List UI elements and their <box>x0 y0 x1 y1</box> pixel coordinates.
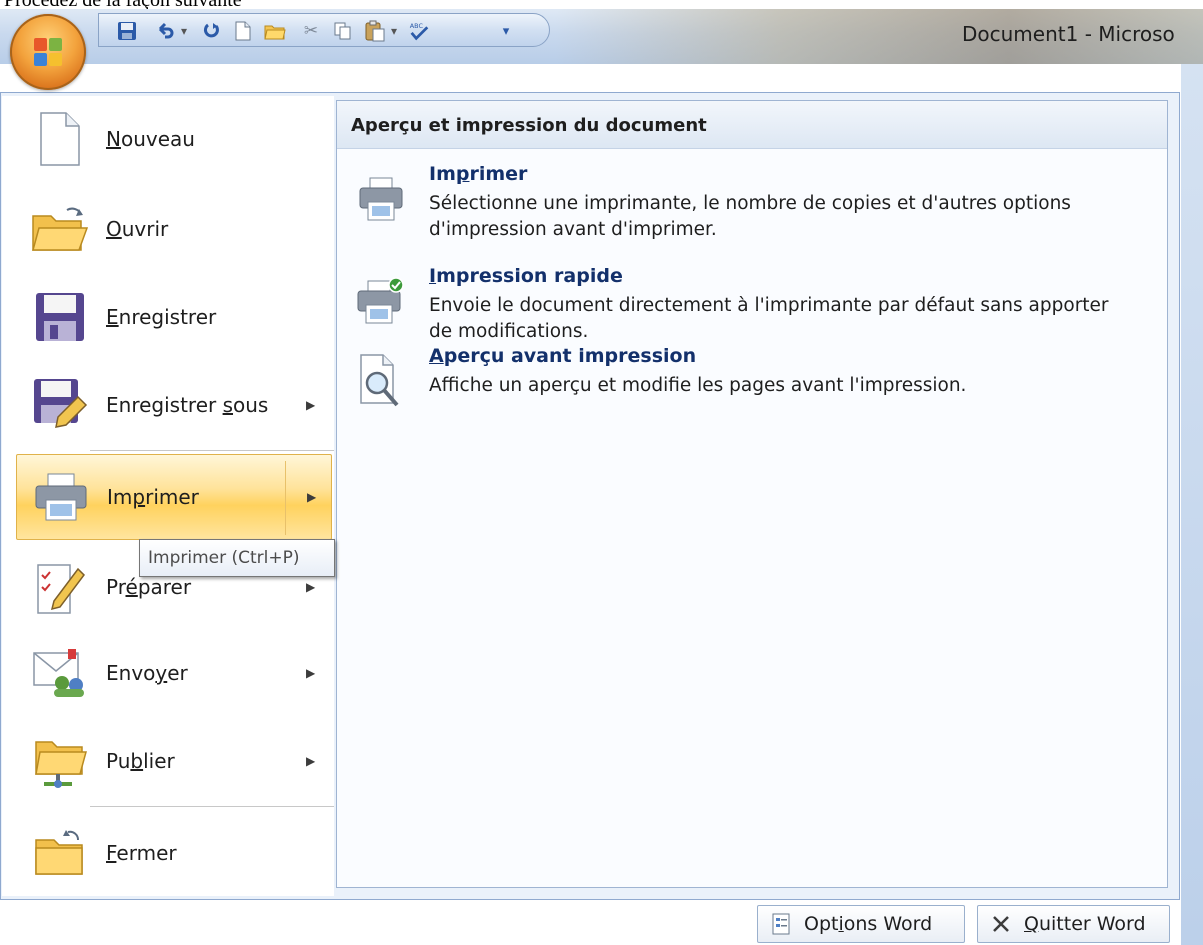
save-as-icon <box>30 375 90 435</box>
submenu-item-description: Sélectionne une imprimante, le nombre de… <box>429 193 1071 240</box>
close-folder-icon <box>30 823 90 883</box>
menu-item-label: Envoyer <box>106 661 188 685</box>
printer-icon <box>31 467 91 527</box>
submenu-arrow-icon: ▶ <box>306 666 316 680</box>
quit-word-button[interactable]: Quitter Word <box>977 905 1170 943</box>
print-preview-icon <box>351 351 411 411</box>
menu-item-nouveau[interactable]: Nouveau <box>16 96 332 182</box>
office-logo-icon <box>34 38 62 66</box>
quick-print-icon <box>351 271 411 331</box>
customize-qat-icon[interactable]: ▾ <box>499 20 513 42</box>
submenu-title: Aperçu et impression du document <box>351 115 707 136</box>
submenu-item-title: Impression rapide <box>429 265 623 287</box>
new-document-icon <box>30 109 90 169</box>
document-text-line: Procédez de la façon suivante <box>4 0 242 11</box>
prepare-icon <box>30 557 90 617</box>
copy-icon[interactable] <box>331 20 355 42</box>
tooltip: Imprimer (Ctrl+P) <box>139 539 335 577</box>
menu-item-label: Préparer <box>106 575 192 599</box>
submenu-item-apercu[interactable]: Aperçu avant impression Affiche un aperç… <box>351 345 1161 411</box>
redo-icon[interactable] <box>199 20 223 42</box>
options-icon <box>768 911 794 937</box>
menu-separator <box>90 450 334 451</box>
menu-item-label: Imprimer <box>107 485 199 509</box>
office-button[interactable] <box>10 14 86 90</box>
menu-item-imprimer[interactable]: Imprimer ▶ <box>16 454 332 540</box>
publish-icon <box>30 731 90 791</box>
submenu-arrow-icon[interactable]: ▶ <box>307 490 316 504</box>
submenu-header: Aperçu et impression du document <box>337 101 1167 149</box>
save-icon <box>30 287 90 347</box>
menu-item-envoyer[interactable]: Envoyer ▶ <box>16 630 332 716</box>
paste-icon[interactable] <box>363 20 387 42</box>
menu-item-enregistrer[interactable]: Enregistrer <box>16 274 332 360</box>
menu-separator <box>90 806 334 807</box>
paste-dropdown-icon[interactable]: ▾ <box>387 20 401 42</box>
submenu-item-imprimer[interactable]: Imprimer Sélectionne une imprimante, le … <box>351 163 1161 249</box>
submenu-arrow-icon: ▶ <box>306 754 316 768</box>
menu-item-publier[interactable]: Publier ▶ <box>16 718 332 804</box>
split-button-divider <box>285 461 286 535</box>
submenu-item-title: Imprimer <box>429 163 528 185</box>
quit-word-label: Quitter Word <box>1024 913 1146 935</box>
spelling-icon[interactable]: ABC <box>407 20 431 42</box>
menu-item-label: Enregistrer sous <box>106 393 269 417</box>
submenu-arrow-icon: ▶ <box>306 580 316 594</box>
window-title: Document1 - Microso <box>962 22 1175 46</box>
menu-item-fermer[interactable]: Fermer <box>16 810 332 896</box>
submenu-arrow-icon: ▶ <box>306 398 316 412</box>
save-icon[interactable] <box>115 20 139 42</box>
submenu-item-description: Affiche un aperçu et modifie les pages a… <box>429 375 967 396</box>
menu-item-label: Fermer <box>106 841 177 865</box>
menu-item-label: Enregistrer <box>106 305 217 329</box>
menu-item-label: Ouvrir <box>106 217 169 241</box>
cut-icon[interactable]: ✂ <box>299 20 323 42</box>
open-folder-icon <box>30 199 90 259</box>
svg-text:ABC: ABC <box>410 22 424 30</box>
submenu-item-title: Aperçu avant impression <box>429 345 697 367</box>
menu-item-ouvrir[interactable]: Ouvrir <box>16 186 332 272</box>
close-icon <box>988 911 1014 937</box>
menu-item-label: Nouveau <box>106 127 195 151</box>
undo-icon[interactable] <box>153 20 177 42</box>
submenu-panel: Aperçu et impression du document Imprime… <box>336 100 1168 888</box>
submenu-item-description: Envoie le document directement à l'impri… <box>429 295 1109 342</box>
document-edge <box>1181 64 1203 945</box>
open-folder-icon[interactable] <box>263 20 287 42</box>
quick-access-toolbar: ▾ ✂ ▾ ABC ▾ <box>98 13 550 47</box>
menu-item-enregistrer-sous[interactable]: Enregistrer sous ▶ <box>16 362 332 448</box>
options-word-button[interactable]: Options Word <box>757 905 965 943</box>
submenu-item-impression-rapide[interactable]: Impression rapide Envoie le document dir… <box>351 265 1161 351</box>
menu-item-label: Publier <box>106 749 175 773</box>
options-word-label: Options Word <box>804 913 933 935</box>
printer-icon <box>351 169 411 229</box>
send-icon <box>30 643 90 703</box>
undo-dropdown-icon[interactable]: ▾ <box>177 20 191 42</box>
new-document-icon[interactable] <box>231 20 255 42</box>
